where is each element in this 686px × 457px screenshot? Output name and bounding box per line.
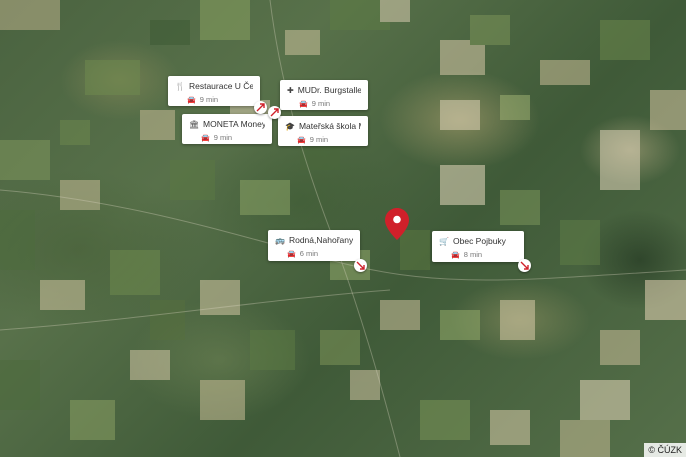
satellite-imagery bbox=[0, 0, 686, 457]
poi-travel-time: 8 min bbox=[463, 250, 483, 259]
car-icon: 🚘 bbox=[187, 96, 196, 104]
route-marker-icon[interactable] bbox=[354, 259, 367, 272]
restaurant-icon: 🍴 bbox=[175, 81, 185, 91]
poi-travel-time: 6 min bbox=[299, 249, 319, 258]
poi-travel-time: 9 min bbox=[309, 135, 329, 144]
car-icon: 🚘 bbox=[201, 134, 210, 142]
poi-travel-time: 9 min bbox=[199, 95, 219, 104]
bus-icon: 🚌 bbox=[275, 235, 285, 245]
car-icon: 🚘 bbox=[299, 100, 308, 108]
poi-card-restaurant[interactable]: 🍴Restaurace U Čes… 🚘9 min bbox=[168, 76, 260, 106]
location-pin-icon[interactable] bbox=[385, 208, 409, 240]
shop-icon: 🛒 bbox=[439, 236, 449, 246]
school-icon: 🎓 bbox=[285, 121, 295, 131]
satellite-map[interactable]: 🍴Restaurace U Čes… 🚘9 min ✚MUDr. Burgsta… bbox=[0, 0, 686, 457]
poi-title: Obec Pojbuky bbox=[453, 236, 506, 246]
poi-card-bus-stop[interactable]: 🚌Rodná,Nahořany,… 🚘6 min bbox=[268, 230, 360, 261]
poi-travel-time: 9 min bbox=[311, 99, 331, 108]
car-icon: 🚘 bbox=[297, 136, 306, 144]
poi-card-shop[interactable]: 🛒 Obec Pojbuky 🚘 8 min bbox=[432, 231, 524, 262]
poi-card-bank[interactable]: 🏛MONETA Money … 🚘9 min bbox=[182, 114, 272, 144]
car-icon: 🚘 bbox=[451, 251, 460, 259]
poi-title: Rodná,Nahořany,… bbox=[288, 235, 353, 245]
poi-title: MONETA Money … bbox=[203, 119, 265, 129]
poi-title: Restaurace U Čes… bbox=[188, 81, 253, 91]
poi-card-medical[interactable]: ✚MUDr. Burgstaller… 🚘9 min bbox=[280, 80, 368, 110]
bank-icon: 🏛 bbox=[189, 119, 200, 129]
route-marker-icon[interactable] bbox=[518, 259, 531, 272]
route-marker-icon[interactable] bbox=[254, 101, 267, 114]
map-copyright: © ČÚZK bbox=[644, 443, 686, 457]
poi-title: MUDr. Burgstaller… bbox=[297, 85, 361, 95]
medical-icon: ✚ bbox=[287, 85, 294, 95]
poi-travel-time: 9 min bbox=[213, 133, 233, 142]
car-icon: 🚘 bbox=[287, 250, 296, 258]
route-marker-icon[interactable] bbox=[268, 106, 281, 119]
poi-card-school[interactable]: 🎓Mateřská škola M… 🚘9 min bbox=[278, 116, 368, 146]
poi-title: Mateřská škola M… bbox=[298, 121, 361, 131]
